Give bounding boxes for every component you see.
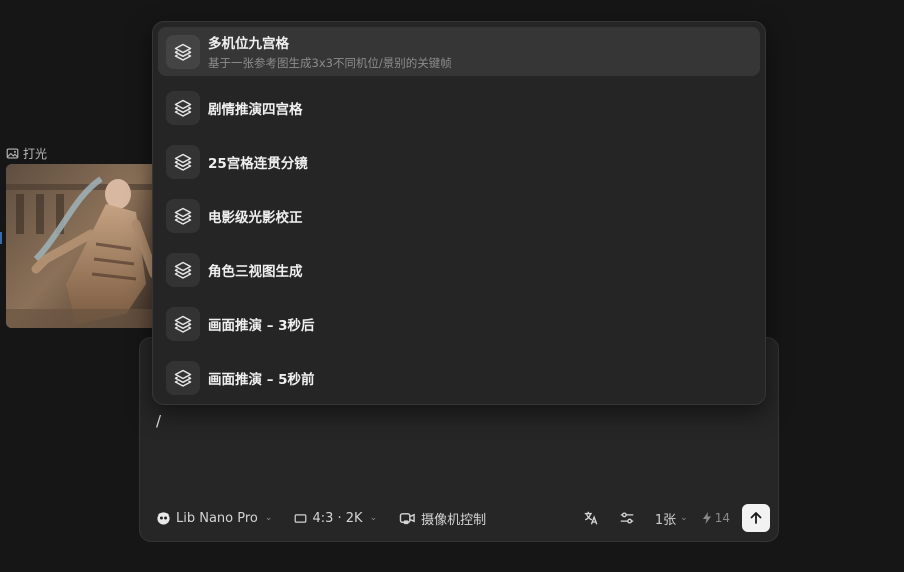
menu-item[interactable]: 画面推演 – 5秒前 — [158, 351, 760, 405]
menu-item[interactable]: 剧情推演四宫格 — [158, 81, 760, 135]
menu-item-icon — [166, 91, 200, 125]
node-image-thumbnail[interactable] — [6, 164, 156, 328]
menu-item-title: 角色三视图生成 — [208, 264, 303, 280]
menu-item-icon — [166, 253, 200, 287]
menu-item-title: 画面推演 – 5秒前 — [208, 372, 315, 388]
menu-item[interactable]: 25宫格连贯分镜 — [158, 135, 760, 189]
menu-item[interactable]: 多机位九宫格基于一张参考图生成3x3不同机位/景别的关键帧 — [158, 27, 760, 76]
menu-item-title: 电影级光影校正 — [208, 210, 303, 226]
warrior-artwork — [6, 164, 156, 328]
menu-item-icon — [166, 307, 200, 341]
translate-button[interactable] — [577, 504, 605, 532]
ratio-value: 4:3 · 2K — [312, 510, 363, 526]
image-count-selector[interactable]: 1张 ⌄ — [655, 509, 688, 528]
menu-item[interactable]: 电影级光影校正 — [158, 189, 760, 243]
model-selector[interactable]: Lib Nano Pro ⌄ — [156, 504, 272, 532]
chevron-down-icon: ⌄ — [264, 513, 273, 523]
menu-item-text: 画面推演 – 3秒后 — [208, 314, 315, 334]
menu-item-icon — [166, 34, 200, 69]
layers-icon — [174, 315, 192, 333]
menu-item-icon — [166, 145, 200, 179]
menu-item-title: 剧情推演四宫格 — [208, 102, 303, 118]
layers-icon — [174, 153, 192, 171]
chevron-down-icon: ⌄ — [369, 513, 378, 523]
layers-icon — [174, 261, 192, 279]
lightning-icon — [702, 512, 711, 524]
credits-value: 14 — [714, 511, 730, 525]
menu-item[interactable]: 角色三视图生成 — [158, 243, 760, 297]
composer-toolbar: Lib Nano Pro ⌄ 4:3 · 2K ⌄ 摄像机控制 1张 ⌄ 14 — [156, 503, 770, 533]
menu-item-text: 剧情推演四宫格 — [208, 98, 303, 118]
menu-item-title: 多机位九宫格 — [208, 36, 289, 52]
model-logo-icon — [157, 511, 170, 525]
menu-item-title: 画面推演 – 3秒后 — [208, 318, 315, 334]
command-menu: 多机位九宫格基于一张参考图生成3x3不同机位/景别的关键帧 剧情推演四宫格 25宫格… — [152, 21, 766, 405]
layers-icon — [174, 99, 192, 117]
send-button[interactable] — [742, 504, 770, 532]
menu-item-icon — [166, 361, 200, 395]
layers-icon — [174, 369, 192, 387]
credits-indicator: 14 — [702, 511, 730, 525]
node-label-text: 打光 — [23, 147, 48, 161]
aspect-ratio-icon — [295, 513, 307, 523]
menu-item-icon — [166, 199, 200, 233]
camera-control-label: 摄像机控制 — [421, 512, 487, 528]
arrow-up-icon — [750, 512, 762, 524]
menu-item-text: 画面推演 – 5秒前 — [208, 368, 315, 388]
menu-item-text: 角色三视图生成 — [208, 260, 303, 280]
menu-item-text: 电影级光影校正 — [208, 206, 303, 226]
ratio-selector[interactable]: 4:3 · 2K ⌄ — [294, 504, 377, 532]
menu-item[interactable]: 画面推演 – 3秒后 — [158, 297, 760, 351]
camera-icon — [399, 512, 415, 524]
model-name: Lib Nano Pro — [176, 510, 258, 526]
translate-icon — [584, 511, 598, 525]
image-count-value: 1张 — [654, 512, 677, 528]
settings-button[interactable] — [613, 504, 641, 532]
menu-item-title: 25宫格连贯分镜 — [208, 156, 308, 172]
menu-item-text: 多机位九宫格基于一张参考图生成3x3不同机位/景别的关键帧 — [208, 32, 452, 71]
node-label: 打光 — [6, 145, 47, 162]
menu-item-text: 25宫格连贯分镜 — [208, 152, 308, 172]
sliders-icon — [620, 512, 634, 524]
camera-control-button[interactable]: 摄像机控制 — [399, 504, 486, 532]
image-icon — [6, 148, 19, 159]
layers-icon — [174, 207, 192, 225]
menu-item-subtitle: 基于一张参考图生成3x3不同机位/景别的关键帧 — [208, 56, 452, 70]
layers-icon — [174, 43, 192, 61]
prompt-input[interactable]: / — [156, 412, 161, 430]
chevron-down-icon: ⌄ — [680, 513, 688, 523]
